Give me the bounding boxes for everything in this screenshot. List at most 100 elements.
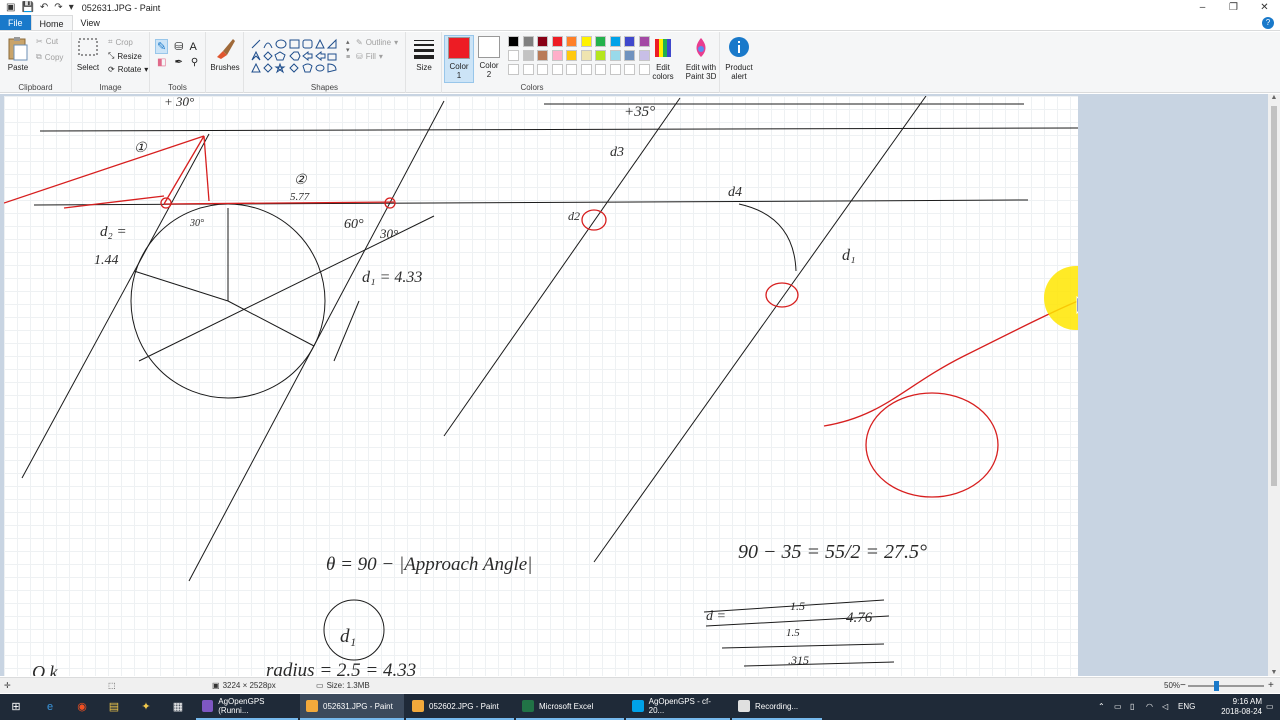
resize-button[interactable]: ⤡ Resize (108, 51, 142, 61)
shapes-gallery[interactable] (250, 38, 346, 74)
system-clock[interactable]: 9:16 AM 2018-08-24 (1221, 697, 1262, 717)
calculator-icon[interactable]: ▦ (168, 697, 188, 717)
custom-palette-swatch[interactable] (609, 64, 621, 75)
taskbar-task[interactable]: Recording... (732, 694, 822, 720)
palette-swatch[interactable] (551, 50, 563, 61)
zoom-out-button[interactable]: − (1180, 678, 1186, 694)
palette-swatch[interactable] (551, 36, 563, 47)
workspace: ① ② 5.77 d₂ = 1.44 60° 30° 30° d₁ = 4.33… (0, 94, 1268, 676)
zoom-slider-knob[interactable] (1214, 681, 1219, 691)
magnifier-icon[interactable]: ⚲ (191, 57, 198, 68)
palette-swatch[interactable] (566, 36, 577, 47)
battery-icon[interactable]: ▯ (1130, 694, 1134, 720)
taskbar-task[interactable]: 052602.JPG - Paint (406, 694, 514, 720)
color-picker-icon[interactable]: ✒ (174, 57, 182, 68)
palette-swatch[interactable] (580, 50, 592, 61)
zoom-in-button[interactable]: + (1268, 678, 1274, 694)
custom-palette-swatch[interactable] (537, 64, 548, 75)
window-title: 052631.JPG - Paint (81, 2, 161, 13)
palette-swatch[interactable] (595, 50, 606, 61)
scrollbar-thumb[interactable] (1271, 106, 1277, 486)
tray-overflow-icon[interactable]: ⌃ (1098, 694, 1105, 720)
tab-view[interactable]: View (73, 15, 108, 30)
task-label: Recording... (755, 701, 799, 711)
paste-button[interactable]: Paste (4, 35, 32, 72)
product-alert-group: Product alert (720, 32, 758, 93)
restore-button[interactable]: ❐ (1218, 0, 1249, 15)
crop-button[interactable]: ⌗ Crop (108, 37, 133, 47)
palette-swatch[interactable] (624, 36, 635, 47)
custom-palette-swatch[interactable] (551, 64, 563, 75)
palette-swatch[interactable] (624, 50, 635, 61)
scratch-middle: 1.5 (786, 627, 800, 639)
resize-label: Resize (117, 51, 142, 61)
redo-icon[interactable]: ↷ (54, 2, 62, 14)
select-button[interactable]: Select (74, 35, 102, 72)
color2-button[interactable]: Color 2 (474, 35, 504, 83)
edit-colors-button[interactable]: Edit colors (648, 35, 678, 81)
bottom-left-note: Q k (32, 662, 58, 676)
notifications-icon[interactable]: ▭ (1266, 694, 1274, 720)
size-button[interactable]: Size (409, 35, 439, 72)
rotate-button[interactable]: ⟳ Rotate ▾ (108, 65, 148, 74)
fill-button[interactable]: ⛁ Fill ▾ (356, 52, 383, 61)
palette-swatch[interactable] (609, 50, 621, 61)
taskbar-task[interactable]: AgOpenGPS - cf-20... (626, 694, 730, 720)
custom-palette-swatch[interactable] (624, 64, 635, 75)
custom-palette-swatch[interactable] (580, 64, 592, 75)
shapes-scroll[interactable]: ▴ ▾ ≡ (346, 38, 350, 61)
palette-swatch[interactable] (537, 36, 548, 47)
scroll-up-icon[interactable]: ▲ (1268, 94, 1280, 101)
zoom-slider[interactable] (1188, 681, 1264, 691)
taskbar-task[interactable]: 052631.JPG - Paint (300, 694, 404, 720)
palette-swatch[interactable] (537, 50, 548, 61)
volume-icon[interactable]: ◁ (1162, 694, 1168, 720)
custom-palette-swatch[interactable] (595, 64, 606, 75)
tab-file[interactable]: File (0, 15, 31, 30)
custom-palette-swatch[interactable] (566, 64, 577, 75)
help-icon[interactable]: ? (1262, 17, 1274, 29)
minimize-button[interactable]: – (1187, 0, 1218, 15)
taskbar-task[interactable]: AgOpenGPS (Runni... (196, 694, 298, 720)
palette-swatch[interactable] (522, 50, 534, 61)
windows-start-icon[interactable]: ⊞ (6, 697, 26, 717)
custom-palette-swatch[interactable] (508, 64, 519, 75)
taskbar-task[interactable]: Microsoft Excel (516, 694, 624, 720)
palette-swatch[interactable] (566, 50, 577, 61)
app-icon[interactable]: ✦ (136, 697, 156, 717)
file-explorer-icon[interactable]: ▤ (104, 697, 124, 717)
vertical-scrollbar[interactable]: ▲ ▼ (1268, 94, 1280, 676)
tab-home[interactable]: Home (30, 15, 73, 30)
close-button[interactable]: ✕ (1249, 0, 1280, 15)
palette-swatch[interactable] (508, 36, 519, 47)
brushes-button[interactable]: Brushes (209, 35, 241, 72)
text-tool-icon[interactable]: A (189, 41, 196, 53)
chrome-icon[interactable]: ◉ (72, 697, 92, 717)
custom-palette-swatch[interactable] (522, 64, 534, 75)
eraser-icon[interactable]: ◧ (157, 57, 166, 68)
network-icon[interactable]: ▭ (1114, 694, 1122, 720)
scroll-down-icon[interactable]: ▼ (1268, 669, 1280, 676)
customize-dropdown-icon[interactable]: ▾ (69, 2, 74, 14)
palette-swatch[interactable] (609, 36, 621, 47)
cut-button[interactable]: ✂ Cut (36, 37, 58, 46)
product-alert-button[interactable]: Product alert (720, 35, 758, 81)
color1-button[interactable]: Color 1 (444, 35, 474, 83)
undo-icon[interactable]: ↶ (40, 2, 48, 14)
palette-swatch[interactable] (595, 36, 606, 47)
save-icon[interactable]: 💾 (21, 2, 33, 14)
color2-label: Color (479, 61, 499, 70)
outline-button[interactable]: ✎ Outline ▾ (356, 38, 398, 47)
palette-swatch[interactable] (508, 50, 519, 61)
pencil-icon[interactable]: ✎ (155, 39, 169, 54)
image-dimensions-text: 3224 × 2528px (222, 681, 276, 690)
fill-bucket-icon[interactable]: ⛁ (174, 40, 183, 53)
edge-icon[interactable]: e (40, 697, 60, 717)
wifi-icon[interactable]: ◠ (1146, 694, 1153, 720)
copy-button[interactable]: ⧉ Copy (36, 52, 63, 62)
palette-swatch[interactable] (580, 36, 592, 47)
drawing-canvas[interactable]: ① ② 5.77 d₂ = 1.44 60° 30° 30° d₁ = 4.33… (4, 96, 1078, 676)
palette-swatch[interactable] (522, 36, 534, 47)
edit-with-paint3d-button[interactable]: Edit with Paint 3D (682, 35, 720, 81)
language-indicator[interactable]: ENG (1178, 694, 1195, 720)
